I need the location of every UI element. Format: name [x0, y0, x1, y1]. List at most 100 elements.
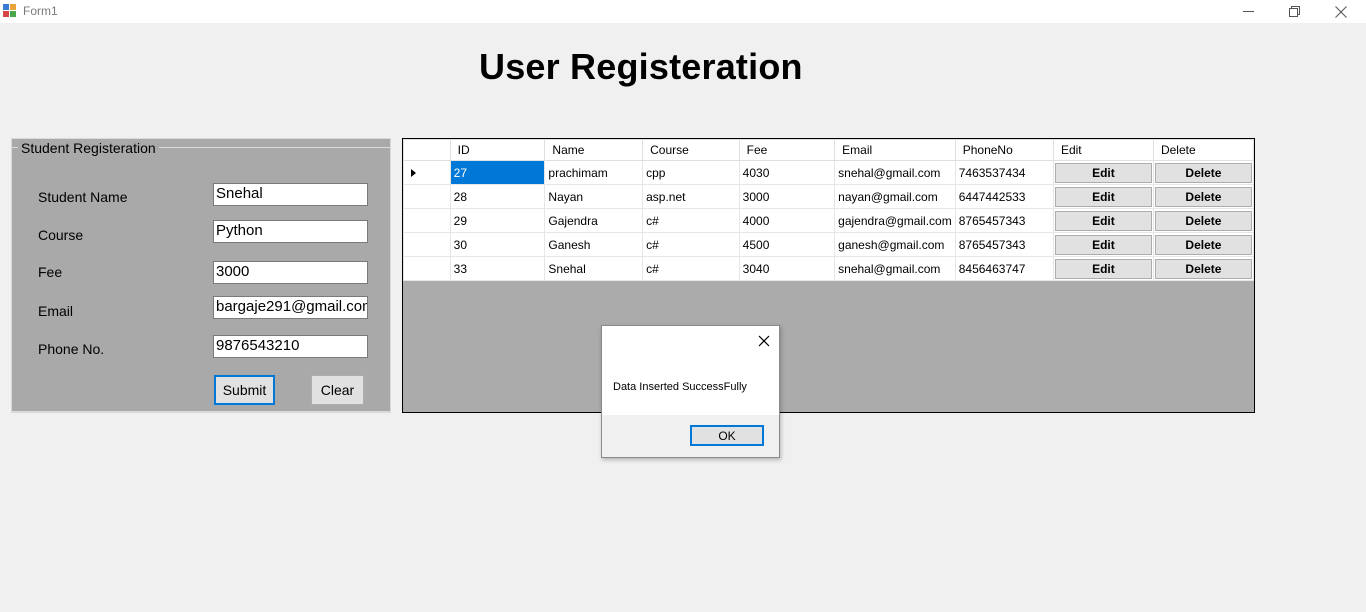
cell-delete: Delete	[1152, 208, 1255, 233]
cell-phone[interactable]: 8456463747	[954, 256, 1054, 281]
student-registration-group: Student Registeration Student Name Sneha…	[11, 138, 391, 413]
phone-input[interactable]: 9876543210	[213, 335, 368, 358]
cell-name[interactable]: prachimam	[544, 160, 644, 185]
cell-edit: Edit	[1052, 256, 1154, 281]
window-title: Form1	[23, 4, 58, 18]
cell-fee[interactable]: 3040	[738, 256, 836, 281]
cell-id[interactable]: 28	[449, 184, 546, 209]
column-header-delete[interactable]: Delete	[1152, 139, 1255, 161]
column-header-email[interactable]: Email	[834, 139, 956, 161]
delete-button[interactable]: Delete	[1154, 258, 1252, 279]
message-dialog: Data Inserted SuccessFully OK	[601, 325, 780, 458]
cell-delete: Delete	[1152, 232, 1255, 257]
cell-name[interactable]: Snehal	[544, 256, 644, 281]
cell-phone[interactable]: 8765457343	[954, 208, 1054, 233]
cell-email[interactable]: snehal@gmail.com	[834, 256, 956, 281]
window-titlebar: Form1	[0, 0, 1366, 23]
delete-button[interactable]: Delete	[1154, 186, 1252, 207]
submit-button[interactable]: Submit	[214, 375, 275, 405]
students-data-grid[interactable]: ID Name Course Fee Email PhoneNo Edit De…	[402, 138, 1255, 413]
column-header-id[interactable]: ID	[449, 139, 546, 161]
table-row[interactable]: 30 Ganesh c# 4500 ganesh@gmail.com 87654…	[403, 232, 1255, 257]
course-input[interactable]: Python	[213, 220, 368, 243]
row-header[interactable]	[403, 256, 451, 281]
delete-button[interactable]: Delete	[1154, 234, 1252, 255]
table-row[interactable]: 27 prachimam cpp 4030 snehal@gmail.com 7…	[403, 160, 1255, 185]
edit-button[interactable]: Edit	[1054, 186, 1152, 207]
restore-icon	[1289, 6, 1300, 17]
edit-button[interactable]: Edit	[1054, 210, 1152, 231]
cell-phone[interactable]: 7463537434	[954, 160, 1054, 185]
fee-input[interactable]: 3000	[213, 261, 368, 284]
email-input[interactable]: bargaje291@gmail.com	[213, 296, 368, 319]
column-header-fee[interactable]: Fee	[738, 139, 836, 161]
edit-button[interactable]: Edit	[1054, 258, 1152, 279]
cell-name[interactable]: Nayan	[544, 184, 644, 209]
cell-email[interactable]: snehal@gmail.com	[834, 160, 956, 185]
cell-fee[interactable]: 4500	[738, 232, 836, 257]
course-label: Course	[38, 227, 84, 243]
student-name-input[interactable]: Snehal	[213, 183, 368, 206]
fee-label: Fee	[38, 264, 63, 280]
cell-course[interactable]: cpp	[642, 160, 740, 185]
row-header[interactable]	[403, 184, 451, 209]
cell-phone[interactable]: 8765457343	[954, 232, 1054, 257]
cell-id[interactable]: 29	[449, 208, 546, 233]
table-row[interactable]: 28 Nayan asp.net 3000 nayan@gmail.com 64…	[403, 184, 1255, 209]
cell-name[interactable]: Gajendra	[544, 208, 644, 233]
minimize-icon	[1243, 11, 1254, 12]
cell-edit: Edit	[1052, 232, 1154, 257]
cell-name[interactable]: Ganesh	[544, 232, 644, 257]
dialog-content-area: Data Inserted SuccessFully	[602, 326, 779, 415]
column-header-name[interactable]: Name	[544, 139, 644, 161]
cell-edit: Edit	[1052, 160, 1154, 185]
cell-fee[interactable]: 4030	[738, 160, 836, 185]
cell-course[interactable]: c#	[642, 256, 740, 281]
cell-email[interactable]: gajendra@gmail.com	[834, 208, 956, 233]
page-title: User Registeration	[479, 46, 803, 87]
cell-fee[interactable]: 3000	[738, 184, 836, 209]
cell-email[interactable]: nayan@gmail.com	[834, 184, 956, 209]
row-header[interactable]	[403, 232, 451, 257]
dialog-close-button[interactable]	[755, 332, 773, 350]
ok-button[interactable]: OK	[690, 425, 764, 446]
cell-id[interactable]: 30	[449, 232, 546, 257]
column-header-phone[interactable]: PhoneNo	[954, 139, 1054, 161]
grid-header-row: ID Name Course Fee Email PhoneNo Edit De…	[403, 139, 1255, 161]
row-header[interactable]	[403, 208, 451, 233]
minimize-button[interactable]	[1226, 0, 1272, 23]
close-button[interactable]	[1318, 0, 1364, 23]
delete-button[interactable]: Delete	[1154, 210, 1252, 231]
cell-id[interactable]: 27	[449, 160, 546, 185]
table-row[interactable]: 33 Snehal c# 3040 snehal@gmail.com 84564…	[403, 256, 1255, 281]
current-row-arrow-icon	[411, 169, 416, 177]
student-name-label: Student Name	[38, 189, 128, 205]
cell-phone[interactable]: 6447442533	[954, 184, 1054, 209]
cell-course[interactable]: asp.net	[642, 184, 740, 209]
cell-edit: Edit	[1052, 208, 1154, 233]
edit-button[interactable]: Edit	[1054, 234, 1152, 255]
grid-table: ID Name Course Fee Email PhoneNo Edit De…	[403, 139, 1255, 281]
row-header[interactable]	[403, 160, 451, 185]
group-title: Student Registeration	[18, 140, 159, 156]
row-header-corner[interactable]	[403, 139, 451, 161]
cell-delete: Delete	[1152, 184, 1255, 209]
cell-id[interactable]: 33	[449, 256, 546, 281]
close-icon	[1335, 6, 1347, 18]
delete-button[interactable]: Delete	[1154, 162, 1252, 183]
cell-course[interactable]: c#	[642, 232, 740, 257]
dialog-message: Data Inserted SuccessFully	[613, 381, 747, 393]
cell-delete: Delete	[1152, 160, 1255, 185]
clear-button[interactable]: Clear	[311, 375, 364, 405]
restore-button[interactable]	[1272, 0, 1318, 23]
cell-edit: Edit	[1052, 184, 1154, 209]
cell-fee[interactable]: 4000	[738, 208, 836, 233]
table-row[interactable]: 29 Gajendra c# 4000 gajendra@gmail.com 8…	[403, 208, 1255, 233]
column-header-course[interactable]: Course	[642, 139, 740, 161]
column-header-edit[interactable]: Edit	[1052, 139, 1154, 161]
email-label: Email	[38, 303, 74, 319]
cell-course[interactable]: c#	[642, 208, 740, 233]
edit-button[interactable]: Edit	[1054, 162, 1152, 183]
cell-email[interactable]: ganesh@gmail.com	[834, 232, 956, 257]
close-icon	[758, 335, 770, 347]
